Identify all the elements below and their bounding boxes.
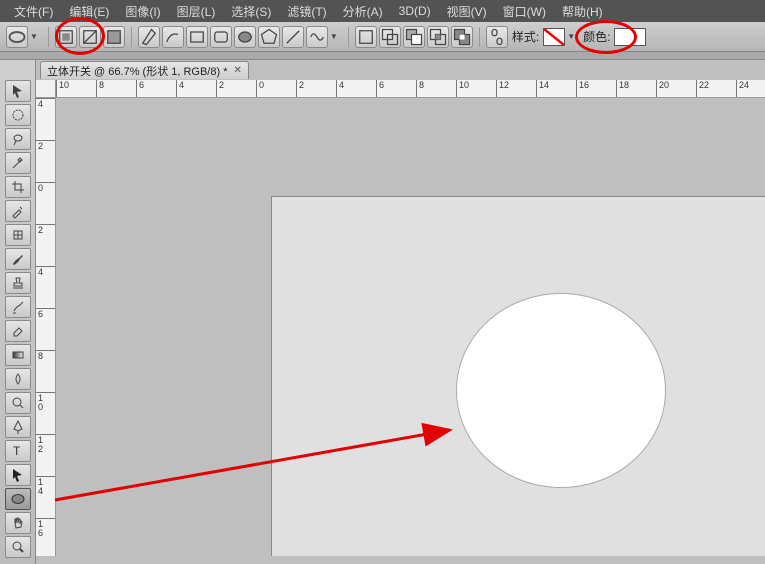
ruler-tick: 22 bbox=[696, 80, 709, 97]
menu-file[interactable]: 文件(F) bbox=[6, 3, 61, 20]
ruler-tick: 2 bbox=[36, 224, 55, 235]
menu-image[interactable]: 图像(I) bbox=[117, 3, 168, 20]
menu-3d[interactable]: 3D(D) bbox=[391, 4, 439, 18]
eyedropper-tool[interactable] bbox=[5, 200, 31, 222]
combine-exclude-icon[interactable] bbox=[451, 26, 473, 48]
ruler-tick: 8 bbox=[36, 350, 55, 361]
ruler-tick: 20 bbox=[656, 80, 669, 97]
stamp-tool[interactable] bbox=[5, 272, 31, 294]
brush-tool[interactable] bbox=[5, 248, 31, 270]
lasso-tool[interactable] bbox=[5, 128, 31, 150]
ruler-tick: 8 bbox=[96, 80, 104, 97]
ruler-tick: 4 bbox=[36, 98, 55, 109]
magic-wand-tool[interactable] bbox=[5, 152, 31, 174]
ruler-tick: 1 6 bbox=[36, 518, 55, 538]
options-bar: ▼ ▼ 样式: ▼ 颜色: bbox=[0, 22, 765, 52]
polygon-icon[interactable] bbox=[258, 26, 280, 48]
ruler-tick: 0 bbox=[36, 182, 55, 193]
ruler-origin[interactable] bbox=[36, 80, 56, 98]
style-swatch[interactable] bbox=[543, 28, 565, 46]
ruler-tick: 1 4 bbox=[36, 476, 55, 496]
color-label: 颜色: bbox=[583, 28, 610, 45]
dropdown-icon[interactable]: ▼ bbox=[330, 32, 338, 41]
ruler-tick: 0 bbox=[256, 80, 264, 97]
svg-text:T: T bbox=[13, 444, 21, 458]
ruler-tick: 10 bbox=[456, 80, 469, 97]
move-tool[interactable] bbox=[5, 80, 31, 102]
rectangle-icon[interactable] bbox=[186, 26, 208, 48]
ruler-tick: 4 bbox=[336, 80, 344, 97]
style-label: 样式: bbox=[512, 28, 539, 45]
pen-icon[interactable] bbox=[138, 26, 160, 48]
custom-shape-icon[interactable] bbox=[306, 26, 328, 48]
menu-window[interactable]: 窗口(W) bbox=[495, 3, 554, 20]
menu-edit[interactable]: 编辑(E) bbox=[61, 3, 117, 20]
healing-tool[interactable] bbox=[5, 224, 31, 246]
menu-bar: 文件(F) 编辑(E) 图像(I) 图层(L) 选择(S) 滤镜(T) 分析(A… bbox=[0, 0, 765, 22]
shape-ellipse[interactable] bbox=[456, 293, 666, 488]
ruler-tick: 2 bbox=[216, 80, 224, 97]
ellipse-tool[interactable] bbox=[5, 488, 31, 510]
menu-help[interactable]: 帮助(H) bbox=[554, 3, 611, 20]
shape-layers-button[interactable] bbox=[55, 26, 77, 48]
document-tab-title: 立体开关 @ 66.7% (形状 1, RGB/8) * bbox=[47, 63, 228, 79]
marquee-tool[interactable] bbox=[5, 104, 31, 126]
ruler-tick: 10 bbox=[56, 80, 69, 97]
color-swatch[interactable] bbox=[614, 28, 646, 46]
ruler-tick: 2 bbox=[36, 140, 55, 151]
ruler-tick: 8 bbox=[416, 80, 424, 97]
gradient-tool[interactable] bbox=[5, 344, 31, 366]
ruler-tick: 12 bbox=[496, 80, 509, 97]
type-tool[interactable]: T bbox=[5, 440, 31, 462]
dropdown-icon[interactable]: ▼ bbox=[567, 32, 575, 41]
blur-tool[interactable] bbox=[5, 368, 31, 390]
ruler-tick: 16 bbox=[576, 80, 589, 97]
ruler-tick: 1 2 bbox=[36, 434, 55, 454]
menu-filter[interactable]: 滤镜(T) bbox=[279, 3, 334, 20]
history-brush-tool[interactable] bbox=[5, 296, 31, 318]
menu-analysis[interactable]: 分析(A) bbox=[335, 3, 391, 20]
tools-panel: T bbox=[0, 60, 36, 564]
ellipse-option-icon[interactable] bbox=[234, 26, 256, 48]
ruler-tick: 6 bbox=[376, 80, 384, 97]
menu-view[interactable]: 视图(V) bbox=[439, 3, 495, 20]
ruler-tick: 14 bbox=[536, 80, 549, 97]
fill-pixels-button[interactable] bbox=[103, 26, 125, 48]
shape-preset-button[interactable] bbox=[6, 26, 28, 48]
vertical-ruler[interactable]: 4 2 0 2 4 6 8 1 0 1 2 1 4 1 6 bbox=[36, 98, 56, 556]
ruler-tick: 2 bbox=[296, 80, 304, 97]
path-selection-tool[interactable] bbox=[5, 464, 31, 486]
link-icon[interactable] bbox=[486, 26, 508, 48]
combine-subtract-icon[interactable] bbox=[403, 26, 425, 48]
ruler-tick: 18 bbox=[616, 80, 629, 97]
horizontal-ruler[interactable]: 108642024681012141618202224 bbox=[56, 80, 765, 98]
crop-tool[interactable] bbox=[5, 176, 31, 198]
combine-add-icon[interactable] bbox=[379, 26, 401, 48]
pen-tool[interactable] bbox=[5, 416, 31, 438]
eraser-tool[interactable] bbox=[5, 320, 31, 342]
ruler-tick: 1 0 bbox=[36, 392, 55, 412]
line-icon[interactable] bbox=[282, 26, 304, 48]
rounded-rectangle-icon[interactable] bbox=[210, 26, 232, 48]
paths-button[interactable] bbox=[79, 26, 101, 48]
hand-tool[interactable] bbox=[5, 512, 31, 534]
ruler-tick: 24 bbox=[736, 80, 749, 97]
dodge-tool[interactable] bbox=[5, 392, 31, 414]
menu-layer[interactable]: 图层(L) bbox=[169, 3, 224, 20]
workspace: 立体开关 @ 66.7% (形状 1, RGB/8) * ✕ 108642024… bbox=[36, 60, 765, 564]
canvas-viewport[interactable] bbox=[56, 98, 765, 556]
zoom-tool[interactable] bbox=[5, 536, 31, 558]
menu-select[interactable]: 选择(S) bbox=[223, 3, 279, 20]
ruler-tick: 4 bbox=[176, 80, 184, 97]
combine-intersect-icon[interactable] bbox=[427, 26, 449, 48]
combine-new-icon[interactable] bbox=[355, 26, 377, 48]
ruler-tick: 6 bbox=[36, 308, 55, 319]
dropdown-icon[interactable]: ▼ bbox=[30, 32, 38, 41]
close-icon[interactable]: ✕ bbox=[234, 65, 242, 76]
ruler-tick: 6 bbox=[136, 80, 144, 97]
ruler-tick: 4 bbox=[36, 266, 55, 277]
document-tab[interactable]: 立体开关 @ 66.7% (形状 1, RGB/8) * ✕ bbox=[40, 61, 249, 79]
freeform-pen-icon[interactable] bbox=[162, 26, 184, 48]
